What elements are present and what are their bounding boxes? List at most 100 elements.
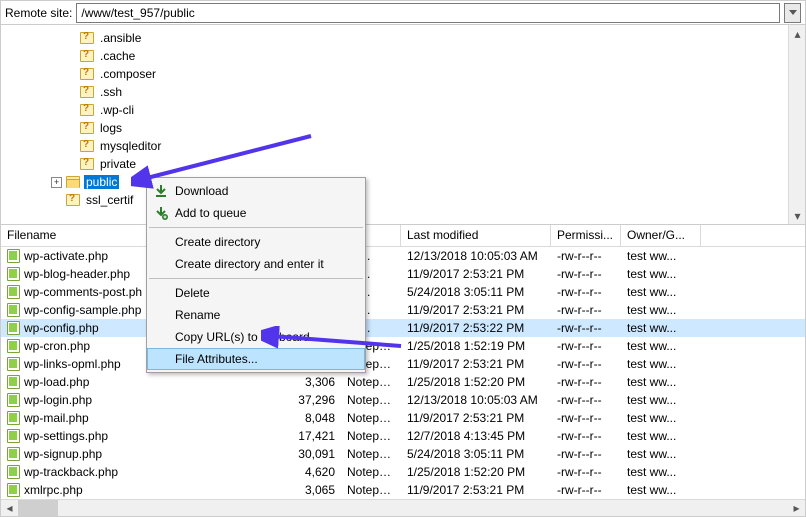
php-file-icon <box>7 357 20 371</box>
col-permissions[interactable]: Permissi... <box>551 225 621 246</box>
scroll-thumb[interactable] <box>18 500 58 516</box>
size-cell: 3,306 <box>281 374 341 390</box>
menu-separator <box>149 278 363 279</box>
table-row[interactable]: wp-comments-post.phad...5/24/2018 3:05:1… <box>1 283 805 301</box>
scroll-down-icon[interactable]: ▾ <box>789 207 806 224</box>
remote-path-input[interactable] <box>76 3 780 23</box>
type-cell: Notepad... <box>341 374 401 390</box>
type-cell: Notepad... <box>341 428 401 444</box>
table-row[interactable]: wp-mail.php8,048Notepad...11/9/2017 2:53… <box>1 409 805 427</box>
file-list-pane: Filename e Last modified Permissi... Own… <box>1 225 805 516</box>
folder-unknown-icon <box>80 104 94 116</box>
tree-item[interactable]: .ssh <box>51 83 788 101</box>
owner-cell: test ww... <box>621 302 701 318</box>
modified-cell: 11/9/2017 2:53:21 PM <box>401 410 551 426</box>
menu-separator <box>149 227 363 228</box>
php-file-icon <box>7 393 20 407</box>
tree-item[interactable]: .cache <box>51 47 788 65</box>
chevron-down-icon <box>789 10 797 16</box>
table-row[interactable]: wp-cron.php3,669Notepad...1/25/2018 1:52… <box>1 337 805 355</box>
type-cell: Notepad... <box>341 446 401 462</box>
permissions-cell: -rw-r--r-- <box>551 302 621 318</box>
tree-item[interactable]: logs <box>51 119 788 137</box>
tree-connector <box>65 51 76 62</box>
menu-download[interactable]: Download <box>147 180 365 202</box>
folder-unknown-icon <box>80 140 94 152</box>
tree-connector <box>65 87 76 98</box>
tree-connector <box>65 159 76 170</box>
permissions-cell: -rw-r--r-- <box>551 446 621 462</box>
col-modified[interactable]: Last modified <box>401 225 551 246</box>
permissions-cell: -rw-r--r-- <box>551 410 621 426</box>
menu-file-attributes[interactable]: File Attributes... <box>147 348 365 370</box>
menu-copy-url[interactable]: Copy URL(s) to clipboard <box>147 326 365 348</box>
tree-item[interactable]: mysqleditor <box>51 137 788 155</box>
permissions-cell: -rw-r--r-- <box>551 320 621 336</box>
table-row[interactable]: wp-blog-header.phpad...11/9/2017 2:53:21… <box>1 265 805 283</box>
modified-cell: 11/9/2017 2:53:21 PM <box>401 302 551 318</box>
owner-cell: test ww... <box>621 446 701 462</box>
owner-cell: test ww... <box>621 338 701 354</box>
owner-cell: test ww... <box>621 320 701 336</box>
table-row[interactable]: wp-settings.php17,421Notepad...12/7/2018… <box>1 427 805 445</box>
owner-cell: test ww... <box>621 464 701 480</box>
permissions-cell: -rw-r--r-- <box>551 356 621 372</box>
folder-unknown-icon <box>66 194 80 206</box>
tree-item[interactable]: private <box>51 155 788 173</box>
remote-site-label: Remote site: <box>5 6 72 20</box>
permissions-cell: -rw-r--r-- <box>551 392 621 408</box>
table-row[interactable]: wp-config-sample.phpad...11/9/2017 2:53:… <box>1 301 805 319</box>
table-row[interactable]: wp-login.php37,296Notepad...12/13/2018 1… <box>1 391 805 409</box>
tree-connector <box>65 33 76 44</box>
size-cell: 3,065 <box>281 482 341 498</box>
modified-cell: 1/25/2018 1:52:20 PM <box>401 374 551 390</box>
tree-label: mysqleditor <box>98 139 163 153</box>
scroll-left-icon[interactable]: ◂ <box>1 500 18 516</box>
menu-create-enter[interactable]: Create directory and enter it <box>147 253 365 275</box>
permissions-cell: -rw-r--r-- <box>551 248 621 264</box>
menu-create-dir[interactable]: Create directory <box>147 231 365 253</box>
tree-label: ssl_certif <box>84 193 135 207</box>
modified-cell: 11/9/2017 2:53:22 PM <box>401 320 551 336</box>
php-file-icon <box>7 303 20 317</box>
expander-icon[interactable]: + <box>51 177 62 188</box>
tree-scrollbar[interactable]: ▴ ▾ <box>788 25 805 224</box>
menu-rename-label: Rename <box>175 308 220 322</box>
permissions-cell: -rw-r--r-- <box>551 284 621 300</box>
table-row[interactable]: wp-links-opml.php2,422Notepad...11/9/201… <box>1 355 805 373</box>
modified-cell: 11/9/2017 2:53:21 PM <box>401 266 551 282</box>
menu-add-queue[interactable]: Add to queue <box>147 202 365 224</box>
tree-item[interactable]: .ansible <box>51 29 788 47</box>
menu-rename[interactable]: Rename <box>147 304 365 326</box>
table-row[interactable]: wp-config.phpad...11/9/2017 2:53:22 PM-r… <box>1 319 805 337</box>
owner-cell: test ww... <box>621 374 701 390</box>
size-cell: 8,048 <box>281 410 341 426</box>
table-row[interactable]: wp-activate.phpad...12/13/2018 10:05:03 … <box>1 247 805 265</box>
menu-file-attr-label: File Attributes... <box>175 352 258 366</box>
scroll-right-icon[interactable]: ▸ <box>788 500 805 516</box>
horizontal-scrollbar[interactable]: ◂ ▸ <box>1 499 805 516</box>
owner-cell: test ww... <box>621 482 701 498</box>
filename-label: xmlrpc.php <box>24 483 83 497</box>
permissions-cell: -rw-r--r-- <box>551 374 621 390</box>
col-owner[interactable]: Owner/G... <box>621 225 701 246</box>
php-file-icon <box>7 249 20 263</box>
type-cell: Notepad... <box>341 482 401 498</box>
tree-label: .composer <box>98 67 158 81</box>
php-file-icon <box>7 483 20 497</box>
table-row[interactable]: wp-trackback.php4,620Notepad...1/25/2018… <box>1 463 805 481</box>
remote-path-dropdown[interactable] <box>784 3 801 23</box>
tree-item[interactable]: .composer <box>51 65 788 83</box>
php-file-icon <box>7 267 20 281</box>
tree-item[interactable]: .wp-cli <box>51 101 788 119</box>
table-row[interactable]: xmlrpc.php3,065Notepad...11/9/2017 2:53:… <box>1 481 805 499</box>
table-row[interactable]: wp-load.php3,306Notepad...1/25/2018 1:52… <box>1 373 805 391</box>
scroll-up-icon[interactable]: ▴ <box>789 25 806 42</box>
folder-unknown-icon <box>80 50 94 62</box>
filename-label: wp-activate.php <box>24 249 108 263</box>
modified-cell: 11/9/2017 2:53:21 PM <box>401 356 551 372</box>
menu-delete[interactable]: Delete <box>147 282 365 304</box>
menu-create-dir-label: Create directory <box>175 235 260 249</box>
table-row[interactable]: wp-signup.php30,091Notepad...5/24/2018 3… <box>1 445 805 463</box>
modified-cell: 5/24/2018 3:05:11 PM <box>401 284 551 300</box>
